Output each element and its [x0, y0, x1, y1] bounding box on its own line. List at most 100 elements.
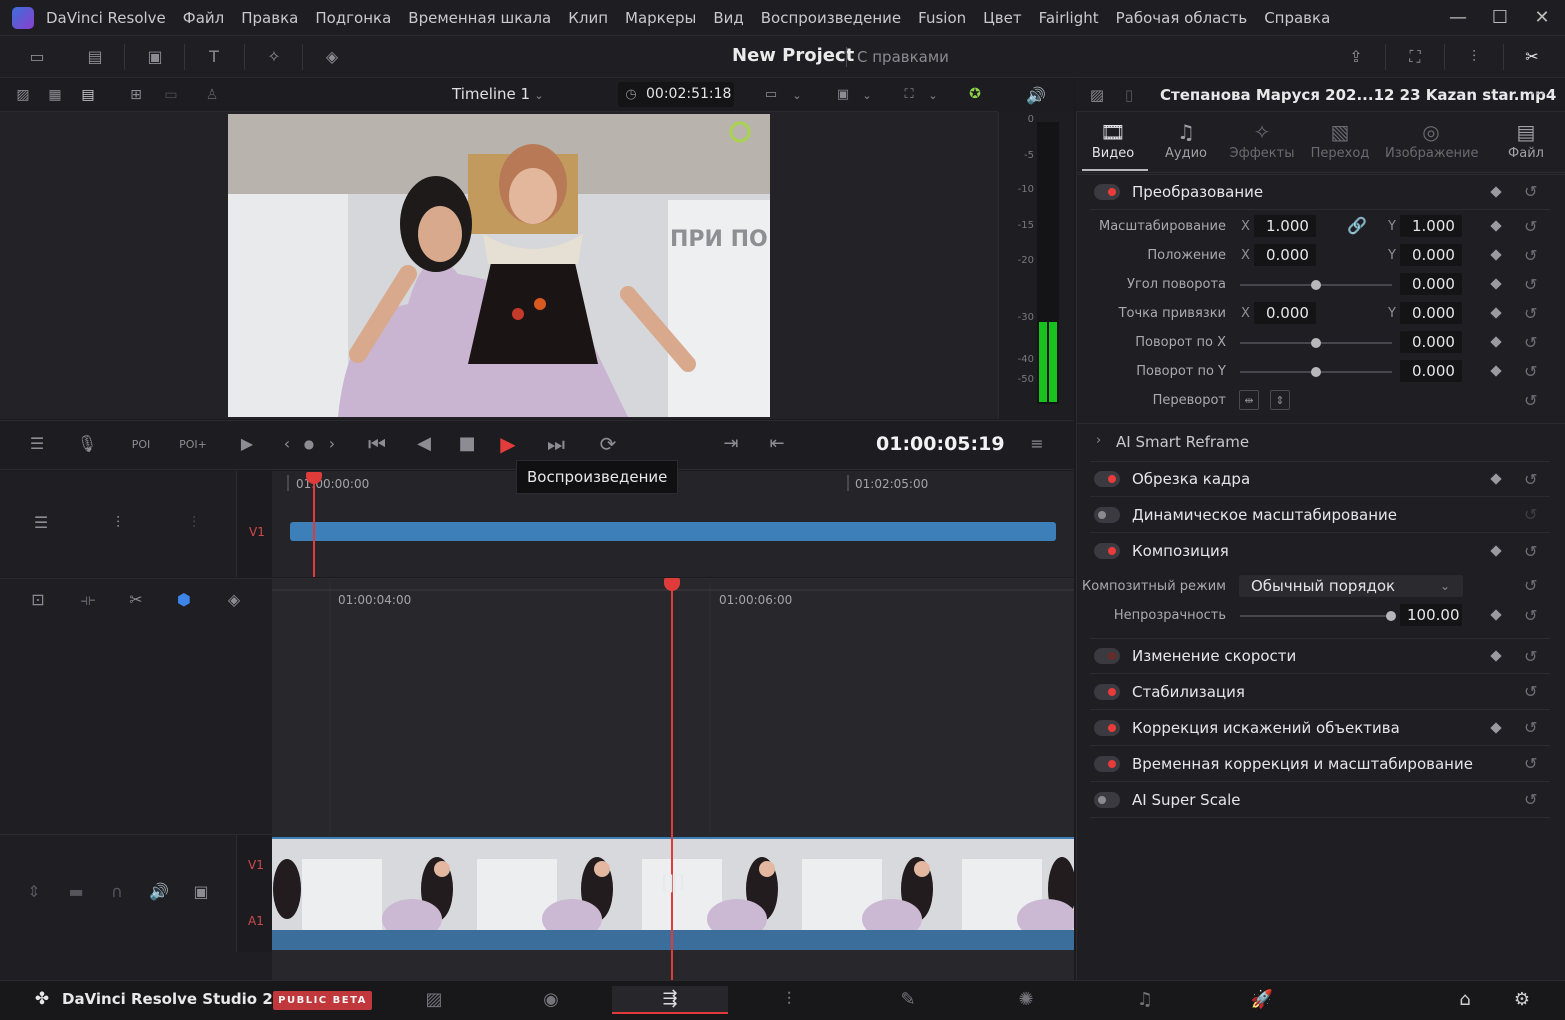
person-icon[interactable]: ♙ [201, 86, 223, 104]
loop-icon[interactable]: ⟳ [592, 432, 624, 456]
keyframe-diamond-icon[interactable] [1490, 473, 1502, 485]
section-smart-reframe[interactable]: AI Smart Reframe [1116, 433, 1249, 451]
yaw-slider-knob[interactable] [1311, 367, 1321, 377]
menu-lines-icon[interactable]: ≡ [1026, 434, 1048, 454]
edit-page-icon[interactable]: ⇶ [612, 986, 728, 1014]
menu-item-fairlight[interactable]: Fairlight [1039, 9, 1099, 27]
keyframe-diamond-icon[interactable] [1490, 545, 1502, 557]
quality-hq-icon[interactable]: ▣ [830, 85, 856, 103]
track-video-icon[interactable]: ▣ [190, 882, 212, 902]
reset-icon[interactable]: ↺ [1524, 470, 1537, 489]
tab-transition[interactable]: ▧ Переход [1302, 120, 1378, 161]
reset-icon[interactable]: ↺ [1524, 542, 1537, 561]
keyframe-diamond-icon[interactable] [1490, 650, 1502, 662]
music-page-icon[interactable]: ♫ [1087, 986, 1203, 1014]
tab-image[interactable]: ◎ Изображение [1385, 120, 1478, 161]
reset-icon[interactable]: ↺ [1524, 505, 1537, 524]
opacity-slider-knob[interactable] [1386, 611, 1396, 621]
menu-item-edit[interactable]: Правка [241, 9, 298, 27]
edit-index-icon[interactable]: ▣ [142, 46, 168, 68]
position-x-field[interactable]: 0.000 [1254, 244, 1316, 266]
reset-icon[interactable]: ↺ [1524, 217, 1537, 236]
upper-playhead[interactable] [313, 478, 315, 577]
inspector-toggle-icon[interactable]: ✂ [1519, 45, 1545, 69]
menu-item-markers[interactable]: Маркеры [625, 9, 696, 27]
mark-in-icon[interactable]: ⇥ [720, 432, 742, 456]
close-button[interactable]: ✕ [1521, 0, 1563, 36]
section-dynamic-zoom[interactable]: Динамическое масштабирование ↺ [1090, 497, 1550, 533]
super-scale-toggle[interactable] [1094, 791, 1120, 808]
pitch-slider-knob[interactable] [1311, 338, 1321, 348]
section-stabilization[interactable]: Стабилизация ↺ [1090, 674, 1550, 710]
section-transform[interactable]: Преобразование ↺ [1090, 174, 1550, 210]
dynamic-zoom-toggle[interactable] [1094, 506, 1120, 523]
minimize-button[interactable]: — [1437, 0, 1479, 36]
title-text-icon[interactable]: T [201, 46, 227, 68]
jog-dot-icon[interactable]: ● [301, 436, 317, 452]
keyframe-diamond-icon[interactable] [1490, 185, 1502, 198]
playhead[interactable] [671, 578, 673, 980]
deliver-page-icon[interactable]: 🚀 [1204, 986, 1320, 1014]
menu-item-timeline[interactable]: Временная шкала [408, 9, 551, 27]
layout-strip-icon[interactable]: ▤ [77, 86, 99, 104]
tab-audio[interactable]: ♫ Аудио [1148, 120, 1224, 161]
export-icon[interactable]: ⇪ [1343, 45, 1369, 69]
track-extra-icon[interactable]: ⫶ [181, 512, 207, 534]
chevron-down-icon[interactable]: ⌄ [790, 87, 804, 103]
menu-item-trim[interactable]: Подгонка [315, 9, 391, 27]
opacity-slider[interactable] [1240, 615, 1392, 617]
marker-icon[interactable]: ⬢ [174, 589, 194, 611]
chevron-down-icon[interactable]: ⌄ [532, 87, 546, 103]
reset-icon[interactable]: ↺ [1524, 576, 1537, 595]
stop-icon[interactable]: ■ [455, 432, 479, 456]
upper-timeline-clip[interactable] [290, 522, 1056, 541]
section-retime-scaling[interactable]: Временная коррекция и масштабирование ↺ [1090, 746, 1550, 782]
lock-icon[interactable]: ▬ [66, 882, 86, 902]
keyframe-icon[interactable]: ◈ [318, 46, 346, 68]
timeline-selector[interactable]: Timeline 1 [452, 85, 530, 103]
media-page-icon[interactable]: ▨ [376, 986, 492, 1014]
reset-icon[interactable]: ↺ [1524, 718, 1537, 737]
menu-item-playback[interactable]: Воспроизведение [761, 9, 901, 27]
reset-icon[interactable]: ↺ [1524, 754, 1537, 773]
track-select-icon[interactable]: ☰ [28, 512, 54, 534]
reset-icon[interactable]: ↺ [1524, 182, 1537, 201]
section-composite[interactable]: Композиция ↺ [1090, 533, 1550, 569]
transform-toggle[interactable] [1094, 183, 1120, 200]
menu-item-clip[interactable]: Клип [568, 9, 608, 27]
composite-toggle[interactable] [1094, 543, 1120, 559]
menu-item-workspace[interactable]: Рабочая область [1116, 9, 1248, 27]
menu-item-file[interactable]: Файл [183, 9, 224, 27]
source-timecode[interactable]: 00:02:51:18 [646, 86, 731, 102]
more-options-icon[interactable]: ··· [1530, 84, 1545, 103]
poi-add-icon[interactable]: POI+ [178, 433, 208, 455]
flip-vertical-icon[interactable]: ⇕ [1270, 390, 1290, 410]
menu-item-help[interactable]: Справка [1264, 9, 1330, 27]
opacity-field[interactable]: 100.00 [1400, 604, 1462, 626]
viewer-size-icon[interactable]: ▭ [760, 85, 782, 103]
fairlight-page-icon[interactable]: ✺ [968, 986, 1084, 1014]
mark-out-icon[interactable]: ⇤ [766, 432, 788, 456]
home-icon[interactable]: ⌂ [1452, 988, 1478, 1012]
effects-library-icon[interactable]: ▤ [82, 46, 108, 68]
layout-single-icon[interactable]: ▨ [12, 86, 34, 104]
video-preview[interactable]: ПРИ ПО [228, 114, 770, 417]
section-speed-change[interactable]: Изменение скорости ↺ [1090, 638, 1550, 674]
reset-icon[interactable]: ↺ [1524, 275, 1537, 294]
track-audio-icon[interactable]: 🔊 [148, 882, 170, 902]
play-reverse-icon[interactable]: ◀ [412, 432, 436, 456]
reset-icon[interactable]: ↺ [1524, 362, 1537, 381]
grid-view-icon[interactable]: ⊞ [125, 86, 147, 104]
blade-icon[interactable]: ✂ [124, 589, 148, 611]
keyframe-diamond-icon[interactable]: ◈ [220, 589, 248, 611]
stabilization-toggle[interactable] [1094, 683, 1120, 700]
reset-icon[interactable]: ↺ [1524, 647, 1537, 666]
tab-effects[interactable]: ✧ Эффекты [1224, 120, 1300, 161]
reset-icon[interactable]: ↺ [1524, 304, 1537, 323]
track-expand-icon[interactable]: ⇕ [24, 882, 44, 902]
anchor-y-field[interactable]: 0.000 [1400, 302, 1462, 324]
layout-dual-icon[interactable]: ▦ [44, 86, 66, 104]
chevron-down-icon[interactable]: ⌄ [926, 87, 940, 103]
trim-mode-icon[interactable]: ⟛ [76, 589, 100, 611]
menu-item-view[interactable]: Вид [713, 9, 743, 27]
